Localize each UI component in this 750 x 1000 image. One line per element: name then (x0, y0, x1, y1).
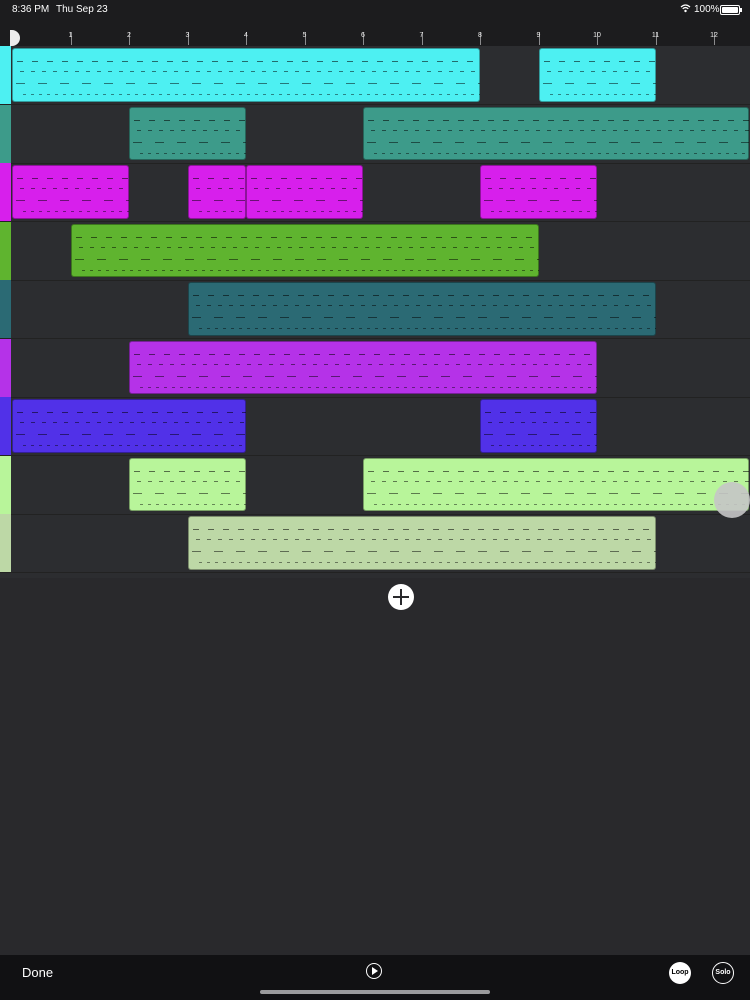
ruler-label: 7 (419, 32, 424, 39)
midi-region[interactable] (12, 165, 129, 219)
play-icon[interactable] (366, 963, 382, 979)
midi-region[interactable] (70, 223, 539, 277)
track-header[interactable] (0, 163, 11, 221)
midi-region[interactable] (129, 340, 597, 394)
scroll-drag-handle[interactable] (714, 482, 750, 518)
done-button[interactable]: Done (22, 965, 53, 980)
track-row (0, 338, 750, 398)
track-header[interactable] (0, 46, 11, 104)
midi-region[interactable] (129, 106, 246, 160)
battery-icon (720, 5, 742, 15)
track-header[interactable] (0, 104, 11, 163)
wifi-icon (680, 3, 691, 16)
ruler-label: 1 (68, 32, 73, 39)
ruler-label: 8 (478, 32, 482, 39)
tracks-area (0, 46, 750, 578)
timeline-ruler[interactable]: 1 2 3 4 5 6 7 8 9 10 11 12 (0, 18, 750, 46)
ruler-label: 3 (185, 32, 190, 39)
track-header[interactable] (0, 280, 11, 338)
midi-region[interactable] (12, 399, 246, 453)
midi-region[interactable] (187, 282, 656, 336)
ruler-label: 12 (710, 32, 718, 39)
track-row (0, 46, 750, 105)
add-track-button[interactable] (388, 584, 414, 610)
track-row (0, 455, 750, 515)
track-row (0, 221, 750, 281)
ruler-label: 10 (593, 32, 601, 39)
track-row (0, 104, 750, 164)
midi-region[interactable] (538, 48, 656, 102)
ruler-label: 4 (244, 32, 248, 39)
home-indicator (260, 990, 490, 994)
ruler-label: 11 (651, 32, 660, 39)
midi-region[interactable] (187, 516, 656, 570)
midi-region[interactable] (363, 106, 750, 160)
ruler-label: 2 (127, 32, 131, 39)
status-time: 8:36 PM (12, 4, 50, 15)
ruler-label: 5 (302, 32, 307, 39)
loop-button[interactable]: Loop (669, 962, 691, 984)
status-bar: 8:36 PM Thu Sep 23 100% (0, 0, 750, 18)
track-header[interactable] (0, 514, 11, 572)
midi-region[interactable] (480, 399, 597, 453)
track-row (0, 514, 750, 573)
solo-button[interactable]: Solo (712, 962, 734, 984)
track-header[interactable] (0, 397, 11, 455)
battery-percent: 100% (694, 4, 720, 15)
midi-region[interactable] (480, 165, 597, 219)
track-row (0, 280, 750, 339)
midi-region[interactable] (363, 457, 750, 511)
track-header[interactable] (0, 221, 11, 280)
track-row (0, 397, 750, 456)
ruler-label: 9 (536, 32, 541, 39)
midi-region[interactable] (129, 457, 246, 511)
midi-region[interactable] (187, 165, 246, 219)
status-date: Thu Sep 23 (56, 4, 108, 15)
track-header[interactable] (0, 455, 11, 514)
track-header[interactable] (0, 338, 11, 397)
ruler-label: 6 (361, 32, 365, 39)
track-row (0, 163, 750, 222)
midi-region[interactable] (246, 165, 363, 219)
midi-region[interactable] (12, 48, 480, 102)
